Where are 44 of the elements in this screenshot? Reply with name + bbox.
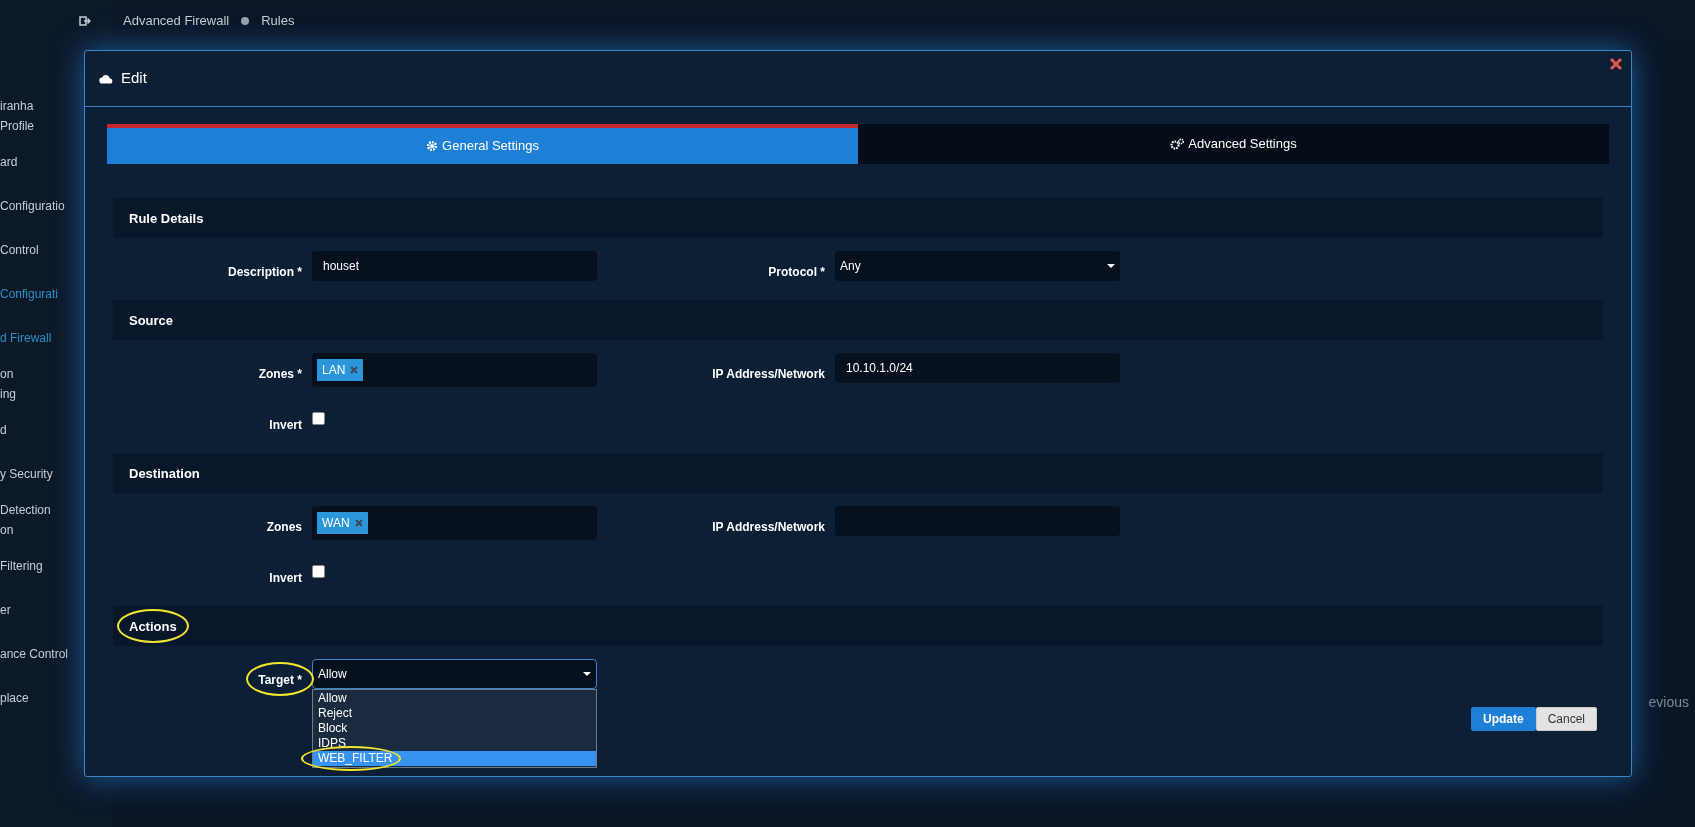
remove-icon[interactable] [354, 519, 363, 527]
field-label: Zones * [258, 367, 302, 381]
dialog-title: Edit [121, 68, 147, 89]
section-title: Rule Details [129, 211, 204, 226]
cloud-icon [99, 73, 113, 84]
zone-tag: LAN [317, 359, 364, 381]
checkbox[interactable] [312, 565, 325, 578]
checkbox[interactable] [312, 412, 325, 425]
dropdown-option[interactable]: Reject [313, 706, 596, 721]
gears-icon [1170, 138, 1185, 150]
dropdown-option[interactable]: Block [313, 721, 596, 736]
cancel-button[interactable]: Cancel [1535, 707, 1597, 731]
caret-icon [583, 672, 591, 676]
zone-tag: WAN [317, 512, 368, 534]
select-field[interactable]: Any [835, 251, 1120, 281]
field-label: Invert [269, 418, 302, 432]
field-label: Zones [266, 520, 302, 534]
section-title: Actions [129, 619, 177, 634]
previous-page-link[interactable]: evious [1648, 692, 1689, 713]
select-field[interactable]: Allow [312, 659, 597, 689]
text-field[interactable]: houset [312, 251, 597, 281]
settings-tab[interactable]: General Settings [107, 124, 858, 164]
dropdown-option[interactable]: IDPS [313, 736, 596, 751]
dropdown-option[interactable]: Allow [313, 691, 596, 706]
field-label: Target * [258, 673, 302, 687]
breadcrumb-separator-icon [241, 17, 250, 25]
settings-tab[interactable]: Advanced Settings [858, 124, 1609, 164]
breadcrumb-link[interactable]: Rules [261, 11, 295, 31]
field-label: IP Address/Network [712, 520, 825, 534]
close-button[interactable] [1609, 57, 1623, 71]
text-field[interactable] [835, 506, 1120, 536]
field-label: Protocol * [768, 265, 825, 279]
section-title: Destination [129, 466, 200, 481]
exit-icon[interactable] [79, 15, 91, 27]
field-label: IP Address/Network [712, 367, 825, 381]
gear-icon [426, 140, 439, 152]
field-label: Description * [228, 265, 302, 279]
text-field[interactable]: 10.10.1.0/24 [835, 353, 1120, 383]
remove-icon[interactable] [350, 366, 359, 374]
section-title: Source [129, 313, 174, 328]
update-button[interactable]: Update [1470, 707, 1536, 731]
field-label: Invert [269, 571, 302, 585]
caret-icon [1107, 264, 1115, 268]
breadcrumb-link[interactable]: Advanced Firewall [123, 11, 230, 31]
